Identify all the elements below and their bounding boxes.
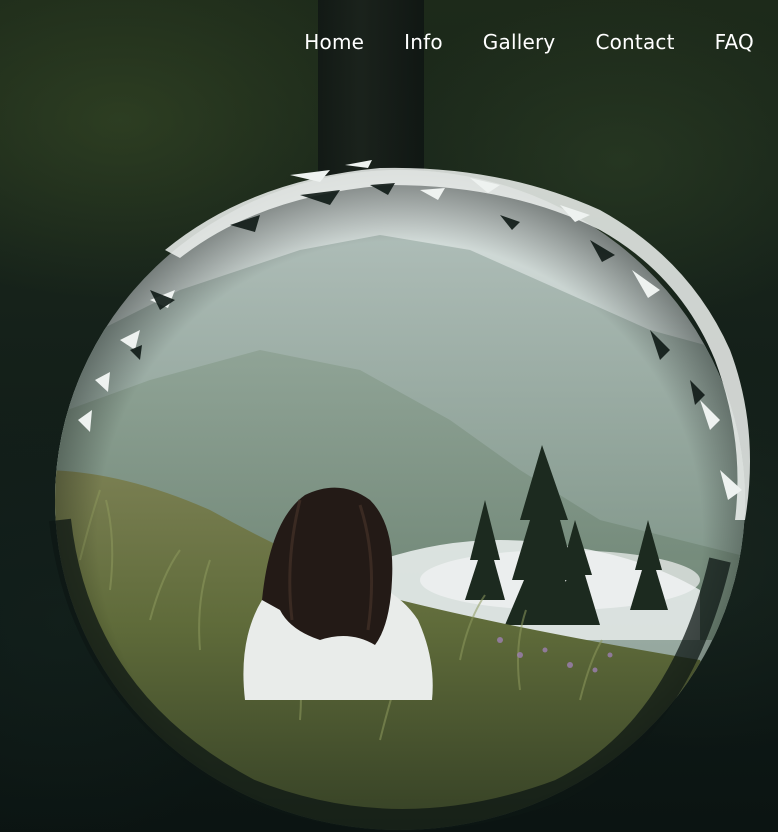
- nav-info-link[interactable]: Info: [404, 30, 443, 54]
- nav-faq-link[interactable]: FAQ: [715, 30, 754, 54]
- nav-gallery-link[interactable]: Gallery: [483, 30, 556, 54]
- nav-home-link[interactable]: Home: [304, 30, 364, 54]
- page: Home Info Gallery Contact FAQ: [0, 0, 778, 832]
- nav-contact-link[interactable]: Contact: [595, 30, 674, 54]
- hero-circle-image: [49, 160, 750, 831]
- main-navigation: Home Info Gallery Contact FAQ: [304, 30, 754, 54]
